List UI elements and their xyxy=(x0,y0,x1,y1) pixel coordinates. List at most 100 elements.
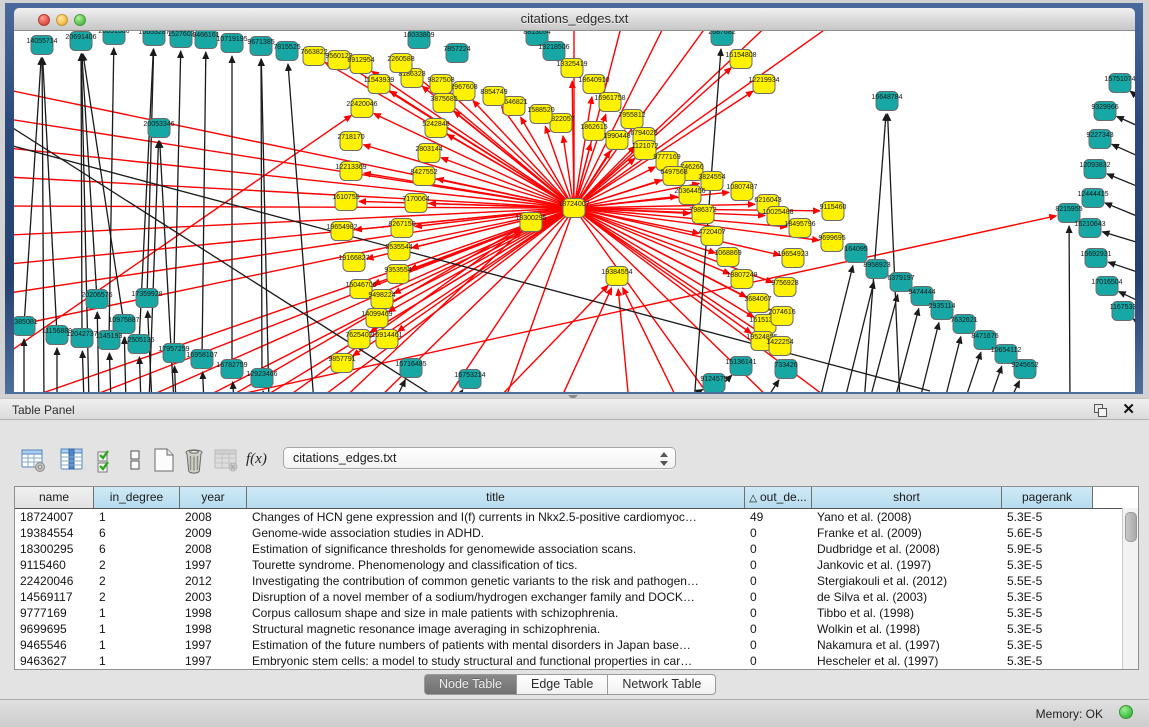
column-header-year[interactable]: year xyxy=(180,487,247,508)
tab-node-table[interactable]: Node Table xyxy=(424,674,517,695)
cell-out-de-[interactable]: 0 xyxy=(745,605,812,621)
cell-out-de-[interactable]: 0 xyxy=(745,589,812,605)
graph-node[interactable]: 16782759 xyxy=(216,360,247,379)
cell-title[interactable]: Embryonic stem cells: a model to study s… xyxy=(247,653,745,669)
select-columns-icon[interactable] xyxy=(94,446,122,474)
cell-year[interactable]: 2009 xyxy=(180,525,247,541)
cell-in-degree[interactable]: 2 xyxy=(94,557,180,573)
cell-name[interactable]: 9465546 xyxy=(15,637,94,653)
table-row[interactable]: 1830029562008Estimation of significance … xyxy=(15,541,1138,557)
graph-node[interactable]: 22420046 xyxy=(346,99,377,118)
graph-node[interactable]: 1588520 xyxy=(527,105,554,124)
graph-node[interactable]: 8912954 xyxy=(347,55,374,74)
graph-node[interactable]: 18300295 xyxy=(515,213,546,232)
graph-node[interactable]: 7857224 xyxy=(443,44,470,63)
graph-node[interactable]: 9827508 xyxy=(427,75,454,94)
cell-year[interactable]: 2008 xyxy=(180,509,247,525)
cell-name[interactable]: 19384554 xyxy=(15,525,94,541)
graph-node[interactable]: 12219934 xyxy=(748,75,779,94)
cell-out-de-[interactable]: 0 xyxy=(745,573,812,589)
table-row[interactable]: 1872400712008Changes of HCN gene express… xyxy=(15,509,1138,525)
cell-name[interactable]: 14569117 xyxy=(15,589,94,605)
table-row[interactable]: 977716911998Corpus callosum shape and si… xyxy=(15,605,1138,621)
graph-node[interactable]: 16914461 xyxy=(371,330,402,349)
graph-node[interactable]: 9124575 xyxy=(700,374,727,393)
graph-node[interactable]: 20364456 xyxy=(674,186,705,205)
graph-node[interactable]: 9353554 xyxy=(384,265,411,284)
graph-node[interactable]: 13325419 xyxy=(556,59,587,78)
cell-out-de-[interactable]: 0 xyxy=(745,621,812,637)
cell-pagerank[interactable]: 5.5E-5 xyxy=(1002,573,1093,589)
float-panel-icon[interactable] xyxy=(1094,404,1107,416)
column-header-pagerank[interactable]: pagerank xyxy=(1002,487,1093,508)
cell-year[interactable]: 2012 xyxy=(180,573,247,589)
cell-in-degree[interactable]: 6 xyxy=(94,525,180,541)
graph-node[interactable]: 18807249 xyxy=(726,270,757,289)
cell-pagerank[interactable]: 5.3E-5 xyxy=(1002,653,1093,669)
cell-in-degree[interactable]: 1 xyxy=(94,621,180,637)
network-window-titlebar[interactable]: citations_edges.txt xyxy=(14,8,1135,31)
cell-year[interactable]: 1998 xyxy=(180,621,247,637)
tab-network-table[interactable]: Network Table xyxy=(608,674,716,695)
graph-node[interactable]: 15692931 xyxy=(1080,249,1111,268)
cell-pagerank[interactable]: 5.3E-5 xyxy=(1002,589,1093,605)
cell-short[interactable]: Stergiakouli et al. (2012) xyxy=(812,573,1002,589)
graph-node[interactable]: 20206576 xyxy=(81,290,112,309)
graph-node[interactable]: 7955812 xyxy=(618,110,645,129)
graph-node[interactable]: 10719195 xyxy=(216,34,247,53)
graph-node[interactable]: 14055714 xyxy=(26,36,57,55)
graph-node[interactable]: 20891306 xyxy=(98,31,129,45)
graph-node[interactable]: 19654923 xyxy=(777,249,808,268)
graph-node[interactable]: 19166827 xyxy=(338,253,369,272)
graph-node[interactable]: 1610755 xyxy=(332,192,359,211)
cell-pagerank[interactable]: 5.3E-5 xyxy=(1002,605,1093,621)
graph-node[interactable]: 7632621 xyxy=(950,315,977,334)
graph-node[interactable]: 2803144 xyxy=(415,144,442,163)
cell-name[interactable]: 9777169 xyxy=(15,605,94,621)
cell-short[interactable]: Dudbridge et al. (2008) xyxy=(812,541,1002,557)
graph-node[interactable]: 5242848 xyxy=(422,119,449,138)
row-height-icon[interactable] xyxy=(122,446,150,474)
cell-short[interactable]: Franke et al. (2009) xyxy=(812,525,1002,541)
graph-node[interactable]: 12093832 xyxy=(1079,160,1110,179)
graph-node[interactable]: 8215955 xyxy=(1055,204,1082,223)
cell-out-de-[interactable]: 0 xyxy=(745,557,812,573)
graph-node[interactable]: 9245652 xyxy=(1011,360,1038,379)
scrollbar-thumb[interactable] xyxy=(1125,512,1137,542)
column-header-short[interactable]: short xyxy=(812,487,1002,508)
cell-in-degree[interactable]: 1 xyxy=(94,605,180,621)
cell-in-degree[interactable]: 1 xyxy=(94,637,180,653)
cell-title[interactable]: Corpus callosum shape and size in male p… xyxy=(247,605,745,621)
graph-node[interactable]: 1068869 xyxy=(714,248,741,267)
cell-pagerank[interactable]: 5.3E-5 xyxy=(1002,621,1093,637)
graph-node[interactable]: 3875685 xyxy=(430,94,457,113)
graph-node[interactable]: 10653287 xyxy=(138,31,169,46)
cell-name[interactable]: 9115460 xyxy=(15,557,94,573)
cell-pagerank[interactable]: 5.3E-5 xyxy=(1002,557,1093,573)
cell-short[interactable]: Tibbo et al. (1998) xyxy=(812,605,1002,621)
cell-year[interactable]: 1998 xyxy=(180,605,247,621)
graph-node[interactable]: 9699695 xyxy=(818,233,845,252)
graph-node[interactable]: 2718170 xyxy=(337,132,364,151)
graph-node[interactable]: 2074616 xyxy=(768,307,795,326)
cell-out-de-[interactable]: 0 xyxy=(745,525,812,541)
graph-node[interactable]: 17016504 xyxy=(1091,277,1122,296)
cell-name[interactable]: 18300295 xyxy=(15,541,94,557)
graph-node[interactable]: 15751074 xyxy=(1104,74,1135,93)
graph-node[interactable]: 18640910 xyxy=(578,75,609,94)
cell-title[interactable]: Tourette syndrome. Phenomenology and cla… xyxy=(247,557,745,573)
graph-node[interactable]: 12923466 xyxy=(246,369,277,388)
show-columns-icon[interactable] xyxy=(58,446,86,474)
cell-title[interactable]: Structural magnetic resonance image aver… xyxy=(247,621,745,637)
graph-node[interactable]: 7815525 xyxy=(273,42,300,61)
cell-short[interactable]: Wolkin et al. (1998) xyxy=(812,621,1002,637)
cell-out-de-[interactable]: 0 xyxy=(745,637,812,653)
cell-pagerank[interactable]: 5.6E-5 xyxy=(1002,525,1093,541)
vertical-scrollbar[interactable] xyxy=(1122,508,1138,669)
column-header-name[interactable]: name xyxy=(15,487,94,508)
cell-short[interactable]: Hescheler et al. (1997) xyxy=(812,653,1002,669)
graph-node[interactable]: 8854749 xyxy=(480,87,507,106)
table-settings-icon[interactable] xyxy=(20,446,48,474)
graph-node[interactable]: 1990448 xyxy=(603,131,630,150)
cell-name[interactable]: 22420046 xyxy=(15,573,94,589)
